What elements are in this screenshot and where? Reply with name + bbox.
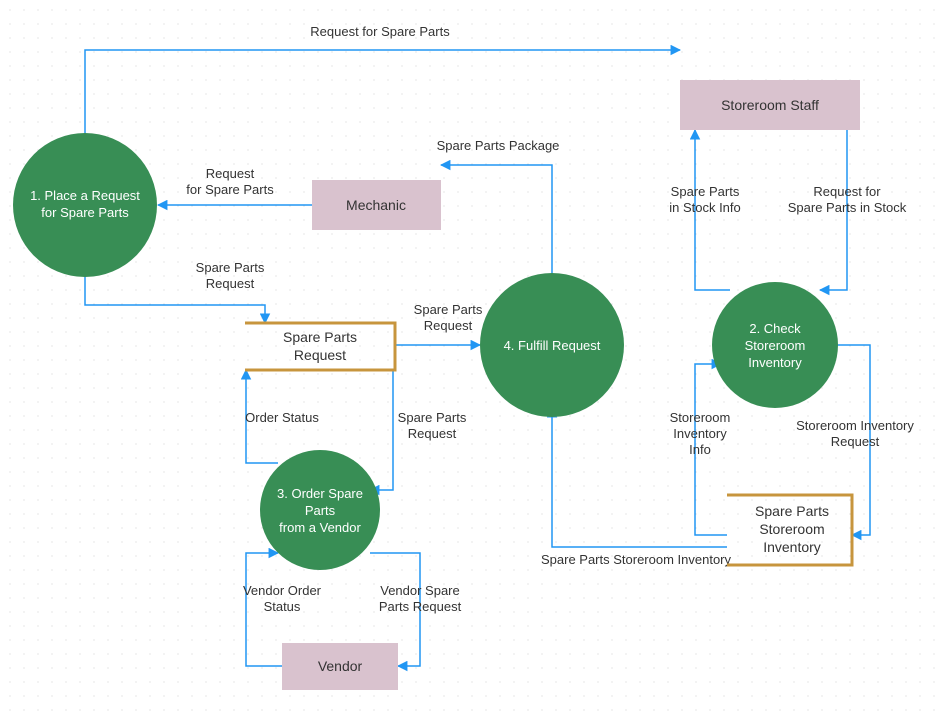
process-2[interactable]: 2. Check Storeroom Inventory bbox=[712, 282, 838, 408]
flow-request-for-spare-parts bbox=[85, 50, 680, 148]
flow-label: Storeroom bbox=[670, 410, 731, 425]
store-label: Inventory bbox=[763, 539, 821, 555]
flow-label: Spare Parts Storeroom Inventory bbox=[541, 552, 732, 567]
flow-store-to-p3 bbox=[370, 370, 393, 490]
process-4[interactable]: 4. Fulfill Request bbox=[480, 273, 624, 417]
flow-label: Request bbox=[408, 426, 457, 441]
data-store-storeroom-inventory[interactable]: Spare Parts Storeroom Inventory bbox=[727, 495, 852, 565]
data-store-spare-parts-request[interactable]: Spare Parts Request bbox=[245, 323, 395, 370]
diagram-canvas[interactable]: Request for Spare Parts Request for Spar… bbox=[0, 0, 936, 719]
flow-label: Spare Parts bbox=[398, 410, 467, 425]
flow-label: Storeroom Inventory bbox=[796, 418, 914, 433]
store-label: Request bbox=[294, 347, 346, 363]
flow-label: Spare Parts bbox=[414, 302, 483, 317]
process-label: 2. Check bbox=[749, 321, 801, 336]
flow-label: Request bbox=[206, 276, 255, 291]
flow-label: in Stock Info bbox=[669, 200, 741, 215]
process-label: 3. Order Spare bbox=[277, 486, 363, 501]
process-label: for Spare Parts bbox=[41, 205, 129, 220]
flow-spare-parts-package bbox=[441, 165, 552, 282]
entity-vendor[interactable]: Vendor bbox=[282, 643, 398, 690]
flow-label: Request for Spare Parts bbox=[310, 24, 450, 39]
flow-label: Vendor Order bbox=[243, 583, 322, 598]
flow-label: Inventory bbox=[673, 426, 727, 441]
store-label: Spare Parts bbox=[755, 503, 829, 519]
process-label: Storeroom bbox=[745, 338, 806, 353]
flow-label: Order Status bbox=[245, 410, 319, 425]
entity-label: Mechanic bbox=[346, 197, 406, 213]
flow-label: Request bbox=[206, 166, 255, 181]
store-label: Storeroom bbox=[759, 521, 824, 537]
process-label: Inventory bbox=[748, 355, 802, 370]
flow-label: Info bbox=[689, 442, 711, 457]
entity-mechanic[interactable]: Mechanic bbox=[312, 180, 441, 230]
flow-label: Request bbox=[424, 318, 473, 333]
flow-label: Status bbox=[264, 599, 301, 614]
entity-label: Vendor bbox=[318, 658, 363, 674]
entity-label: Storeroom Staff bbox=[721, 97, 819, 113]
process-label: 4. Fulfill Request bbox=[504, 338, 601, 353]
flow-label: Spare Parts in Stock bbox=[788, 200, 907, 215]
flow-label: Spare Parts Package bbox=[437, 138, 560, 153]
flow-label: Parts Request bbox=[379, 599, 462, 614]
flow-label: Request bbox=[831, 434, 880, 449]
flow-label: Spare Parts bbox=[671, 184, 740, 199]
process-label: from a Vendor bbox=[279, 520, 361, 535]
process-label: Parts bbox=[305, 503, 336, 518]
flow-label: Request for bbox=[813, 184, 881, 199]
process-1[interactable]: 1. Place a Request for Spare Parts bbox=[13, 133, 157, 277]
store-label: Spare Parts bbox=[283, 329, 357, 345]
process-3[interactable]: 3. Order Spare Parts from a Vendor bbox=[260, 450, 380, 570]
flow-label: Spare Parts bbox=[196, 260, 265, 275]
flow-label: for Spare Parts bbox=[186, 182, 274, 197]
entity-storeroom-staff[interactable]: Storeroom Staff bbox=[680, 80, 860, 130]
process-label: 1. Place a Request bbox=[30, 188, 140, 203]
flow-label: Vendor Spare bbox=[380, 583, 460, 598]
